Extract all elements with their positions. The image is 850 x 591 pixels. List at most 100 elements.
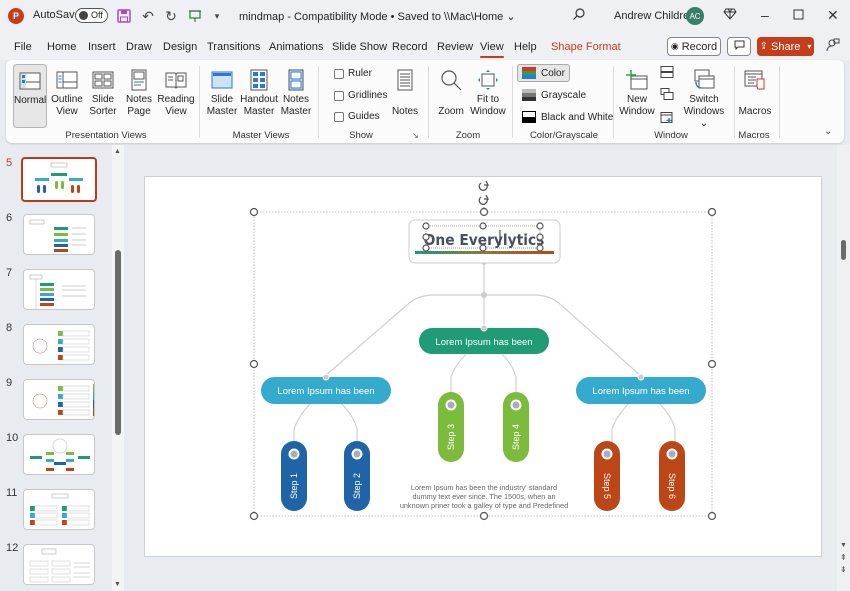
diamond-icon[interactable] — [723, 7, 737, 24]
scrollbar-thumb[interactable] — [115, 250, 121, 435]
switch-windows-button[interactable]: Switch Windows ⌄ — [681, 69, 727, 130]
body-text-line-2[interactable]: dummy text ever since. The 1500s, when a… — [412, 492, 555, 501]
slide-thumbnail-8[interactable] — [23, 324, 95, 365]
slide-sorter-button[interactable]: Slide Sorter — [86, 69, 120, 118]
notes-button[interactable]: Notes — [390, 69, 420, 118]
new-window-button[interactable]: New Window — [618, 69, 656, 118]
gridlines-checkbox[interactable]: Gridlines — [334, 90, 387, 101]
guides-checkbox[interactable]: Guides — [334, 111, 380, 122]
maximize-icon[interactable] — [793, 7, 804, 23]
autosave-toggle[interactable]: Off — [75, 8, 108, 23]
resize-handle[interactable] — [422, 244, 430, 252]
resize-handle[interactable] — [249, 359, 259, 369]
resize-handle[interactable] — [479, 222, 487, 230]
body-text-line-3[interactable]: unknown priner took a galley of type and… — [400, 501, 568, 510]
collapse-ribbon-icon[interactable]: ⌄ — [824, 126, 832, 137]
step-pill-3[interactable]: Step 3 — [438, 392, 464, 462]
scroll-down-icon[interactable]: ▼ — [840, 542, 847, 549]
save-icon[interactable] — [115, 7, 133, 25]
cascade-icon[interactable] — [660, 88, 674, 100]
tab-transitions[interactable]: Transitions — [207, 41, 260, 53]
document-title[interactable]: mindmap - Compatibility Mode • Saved to … — [239, 10, 516, 23]
tab-draw[interactable]: Draw — [126, 41, 152, 53]
resize-handle[interactable] — [536, 244, 544, 252]
reading-view-button[interactable]: Reading View — [157, 69, 195, 118]
slide-thumbnail-5[interactable] — [21, 157, 97, 202]
step-pill-4[interactable]: Step 4 — [503, 392, 529, 462]
tab-file[interactable]: File — [14, 41, 32, 53]
step-pill-1[interactable]: Step 1 — [281, 441, 307, 511]
coauthor-icon[interactable] — [826, 38, 840, 55]
tab-design[interactable]: Design — [163, 41, 197, 53]
slide-thumbnail-7[interactable] — [23, 269, 95, 310]
handout-master-button[interactable]: Handout Master — [240, 69, 278, 118]
tab-insert[interactable]: Insert — [88, 41, 116, 53]
slide-master-button[interactable]: Slide Master — [205, 69, 239, 118]
resize-handle[interactable] — [707, 511, 717, 521]
arrange-all-icon[interactable] — [660, 66, 674, 78]
customize-qat-icon[interactable]: ▾ — [208, 7, 226, 25]
resize-handle[interactable] — [707, 207, 717, 217]
scrollbar-thumb[interactable] — [841, 240, 846, 260]
tab-review[interactable]: Review — [437, 41, 473, 53]
resize-handle[interactable] — [707, 359, 717, 369]
minimize-icon[interactable]: – — [761, 7, 769, 23]
comments-button[interactable] — [727, 37, 751, 56]
macros-button[interactable]: Macros — [737, 69, 773, 118]
search-icon[interactable] — [572, 7, 586, 24]
black-and-white-button[interactable]: Black and White — [518, 109, 617, 125]
next-slide-icon[interactable]: ⇟ — [840, 565, 847, 574]
normal-view-button[interactable]: Normal — [13, 64, 47, 128]
present-icon[interactable] — [186, 7, 204, 25]
zoom-button[interactable]: Zoom — [434, 69, 468, 118]
step-pill-6[interactable]: Step 6 — [659, 441, 685, 511]
tab-help[interactable]: Help — [514, 41, 537, 53]
grayscale-button[interactable]: Grayscale — [518, 87, 590, 103]
thumbnails-scrollbar[interactable]: ▲ ▼ — [112, 145, 124, 591]
ruler-checkbox[interactable]: Ruler — [334, 68, 372, 79]
tab-view[interactable]: View — [480, 41, 504, 58]
body-text-line-1[interactable]: Lorem Ipsum has been the industry' stand… — [411, 483, 557, 492]
close-icon[interactable]: ✕ — [827, 7, 839, 24]
color-button[interactable]: Color — [517, 64, 570, 82]
fit-to-window-button[interactable]: Fit to Window — [469, 69, 507, 118]
slide-scrollbar[interactable]: ▼ ⇞ ⇟ — [837, 145, 850, 591]
resize-handle[interactable] — [249, 207, 259, 217]
notes-master-button[interactable]: Notes Master — [279, 69, 313, 118]
undo-icon[interactable]: ↶ — [139, 7, 157, 25]
step-pill-5[interactable]: Step 5 — [594, 441, 620, 511]
resize-handle[interactable] — [536, 222, 544, 230]
scroll-up-icon[interactable]: ▲ — [114, 148, 121, 155]
avatar[interactable]: AC — [686, 7, 704, 25]
tab-slide-show[interactable]: Slide Show — [332, 41, 387, 53]
scroll-down-icon[interactable]: ▼ — [114, 581, 121, 588]
resize-handle[interactable] — [422, 233, 430, 241]
resize-handle[interactable] — [422, 222, 430, 230]
previous-slide-icon[interactable]: ⇞ — [840, 553, 847, 562]
tab-home[interactable]: Home — [47, 41, 76, 53]
chevron-down-icon[interactable]: ▾ — [807, 42, 811, 51]
rotate-handle-icon[interactable] — [478, 180, 490, 205]
dialog-launcher-icon[interactable]: ↘ — [412, 131, 419, 140]
tab-shape-format[interactable]: Shape Format — [551, 41, 621, 53]
record-button[interactable]: ◉ Record — [667, 37, 721, 56]
slide-thumbnail-11[interactable] — [23, 489, 95, 530]
move-split-icon[interactable] — [660, 112, 674, 124]
resize-handle[interactable] — [249, 511, 259, 521]
step-pill-2[interactable]: Step 2 — [344, 441, 370, 511]
slide-thumbnail-12[interactable] — [23, 544, 95, 585]
notes-page-button[interactable]: Notes Page — [122, 69, 156, 118]
outline-view-button[interactable]: Outline View — [50, 69, 84, 118]
tab-record[interactable]: Record — [392, 41, 427, 53]
resize-handle[interactable] — [479, 511, 489, 521]
resize-handle[interactable] — [536, 233, 544, 241]
tab-animations[interactable]: Animations — [269, 41, 323, 53]
resize-handle[interactable] — [479, 244, 487, 252]
share-button[interactable]: ⇪ Share ▾ — [757, 37, 814, 56]
slide-thumbnail-10[interactable] — [23, 434, 95, 475]
slide-thumbnail-6[interactable] — [23, 214, 95, 255]
slide-canvas[interactable]: One Everylytics Lorem Ipsum has been Lor… — [144, 176, 822, 557]
slide-thumbnail-9[interactable] — [23, 379, 95, 420]
resize-handle[interactable] — [479, 207, 489, 217]
redo-icon[interactable]: ↻ — [162, 7, 180, 25]
